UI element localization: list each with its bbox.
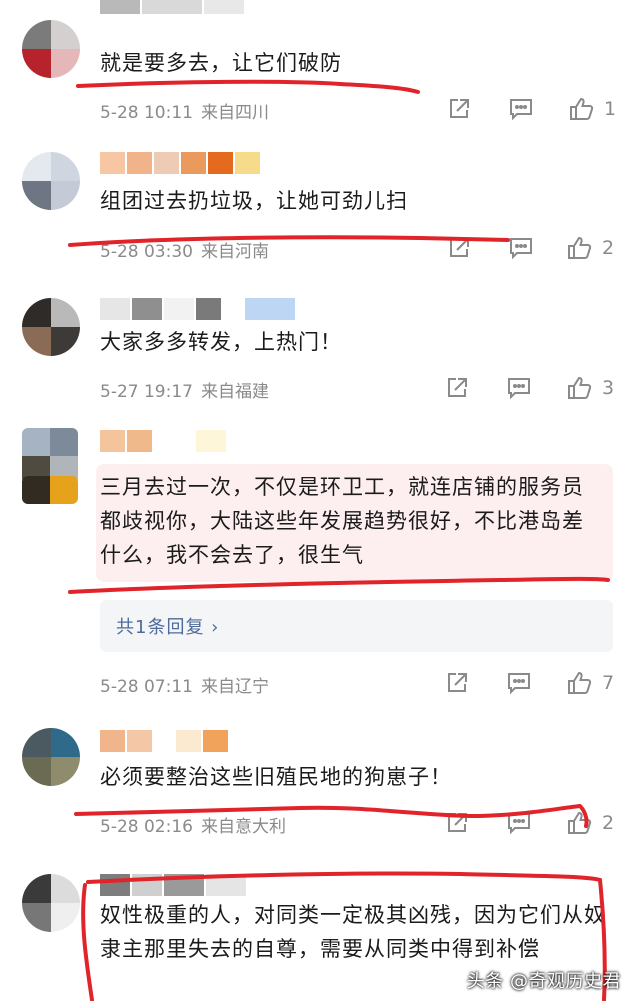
comment-icon <box>508 378 530 400</box>
comment-item: 大家多多转发，上热门！ 5-27 19:17 来自福建 3 <box>0 280 633 420</box>
comment-text: 必须要整治这些旧殖民地的狗崽子！ <box>100 765 452 789</box>
comment-location: 来自福建 <box>200 382 269 402</box>
comment-date: 5-28 10:11 <box>100 103 193 123</box>
comment-button[interactable] <box>506 808 532 838</box>
comment-meta: 5-28 10:11 来自四川 <box>100 98 277 123</box>
like-icon <box>568 811 592 834</box>
avatar[interactable] <box>22 20 80 78</box>
comment-icon <box>508 813 530 835</box>
like-count: 7 <box>602 672 615 694</box>
like-icon <box>568 376 592 399</box>
comment-date: 5-28 02:16 <box>100 817 193 837</box>
blurred-username <box>100 730 228 752</box>
share-button[interactable] <box>445 373 469 403</box>
like-button[interactable]: 2 <box>566 808 614 838</box>
blurred-username <box>100 874 246 896</box>
comment-text: 三月去过一次，不仅是环卫工，就连店铺的服务员都歧视你，大陆这些年发展趋势很好，不… <box>100 475 584 567</box>
comment-button[interactable] <box>506 668 532 698</box>
comment-meta: 5-28 07:11 来自辽宁 <box>100 672 277 697</box>
avatar[interactable] <box>22 874 80 932</box>
comment-location: 来自河南 <box>200 242 269 262</box>
avatar[interactable] <box>22 152 80 210</box>
comment-button[interactable] <box>508 94 534 124</box>
comment-text: 大家多多转发，上热门！ <box>100 330 342 354</box>
like-count: 2 <box>602 812 615 834</box>
comment-button[interactable] <box>508 233 534 263</box>
share-icon <box>450 99 469 118</box>
comment-meta: 5-27 19:17 来自福建 <box>100 377 277 402</box>
like-count: 2 <box>602 237 615 259</box>
avatar-lower <box>22 476 78 504</box>
watermark: 头条 @奇观历史君 <box>466 971 621 992</box>
like-count: 1 <box>604 98 617 120</box>
blurred-username <box>100 298 295 320</box>
like-count: 3 <box>602 377 615 399</box>
comment-icon <box>510 238 532 260</box>
comment-date: 5-28 03:30 <box>100 242 193 262</box>
comment-text: 奴性极重的人，对同类一定极其凶残，因为它们从奴隶主那里失去的自尊，需要从同类中得… <box>100 903 606 961</box>
comment-location: 来自辽宁 <box>200 677 269 697</box>
comment-date: 5-27 19:17 <box>100 382 193 402</box>
comment-item: 必须要整治这些旧殖民地的狗崽子！ 5-28 02:16 来自意大利 2 <box>0 720 633 860</box>
share-button[interactable] <box>447 233 471 263</box>
share-button[interactable] <box>445 668 469 698</box>
reply-link[interactable]: 共1条回复 › <box>116 613 219 639</box>
like-button[interactable]: 1 <box>568 94 616 124</box>
share-button[interactable] <box>447 94 471 124</box>
comment-location: 来自意大利 <box>200 817 286 837</box>
blurred-username <box>100 152 260 174</box>
like-icon <box>570 97 594 120</box>
share-icon <box>448 673 467 692</box>
comment-location: 来自四川 <box>200 103 269 123</box>
like-icon <box>568 236 592 259</box>
comment-meta: 5-28 02:16 来自意大利 <box>100 812 294 837</box>
avatar[interactable] <box>22 728 80 786</box>
like-icon <box>568 671 592 694</box>
like-button[interactable]: 2 <box>566 233 614 263</box>
comment-item: 三月去过一次，不仅是环卫工，就连店铺的服务员都歧视你，大陆这些年发展趋势很好，不… <box>0 420 633 720</box>
share-button[interactable] <box>445 808 469 838</box>
share-icon <box>448 378 467 397</box>
blurred-username <box>100 430 226 452</box>
comment-item: 组团过去扔垃圾，让她可劲儿扫 5-28 03:30 来自河南 2 <box>0 140 633 280</box>
comment-meta: 5-28 03:30 来自河南 <box>100 237 277 262</box>
avatar[interactable] <box>22 298 80 356</box>
comment-button[interactable] <box>506 373 532 403</box>
comment-icon <box>510 99 532 121</box>
share-icon <box>448 813 467 832</box>
comment-item: 就是要多去，让它们破防 5-28 10:11 来自四川 1 <box>0 0 633 140</box>
reply-box[interactable]: 共1条回复 › <box>100 600 613 652</box>
comment-text: 就是要多去，让它们破防 <box>100 51 342 75</box>
like-button[interactable]: 3 <box>566 373 614 403</box>
comment-date: 5-28 07:11 <box>100 677 193 697</box>
share-icon <box>450 238 469 257</box>
comment-icon <box>508 673 530 695</box>
like-button[interactable]: 7 <box>566 668 614 698</box>
comment-text: 组团过去扔垃圾，让她可劲儿扫 <box>100 189 408 213</box>
